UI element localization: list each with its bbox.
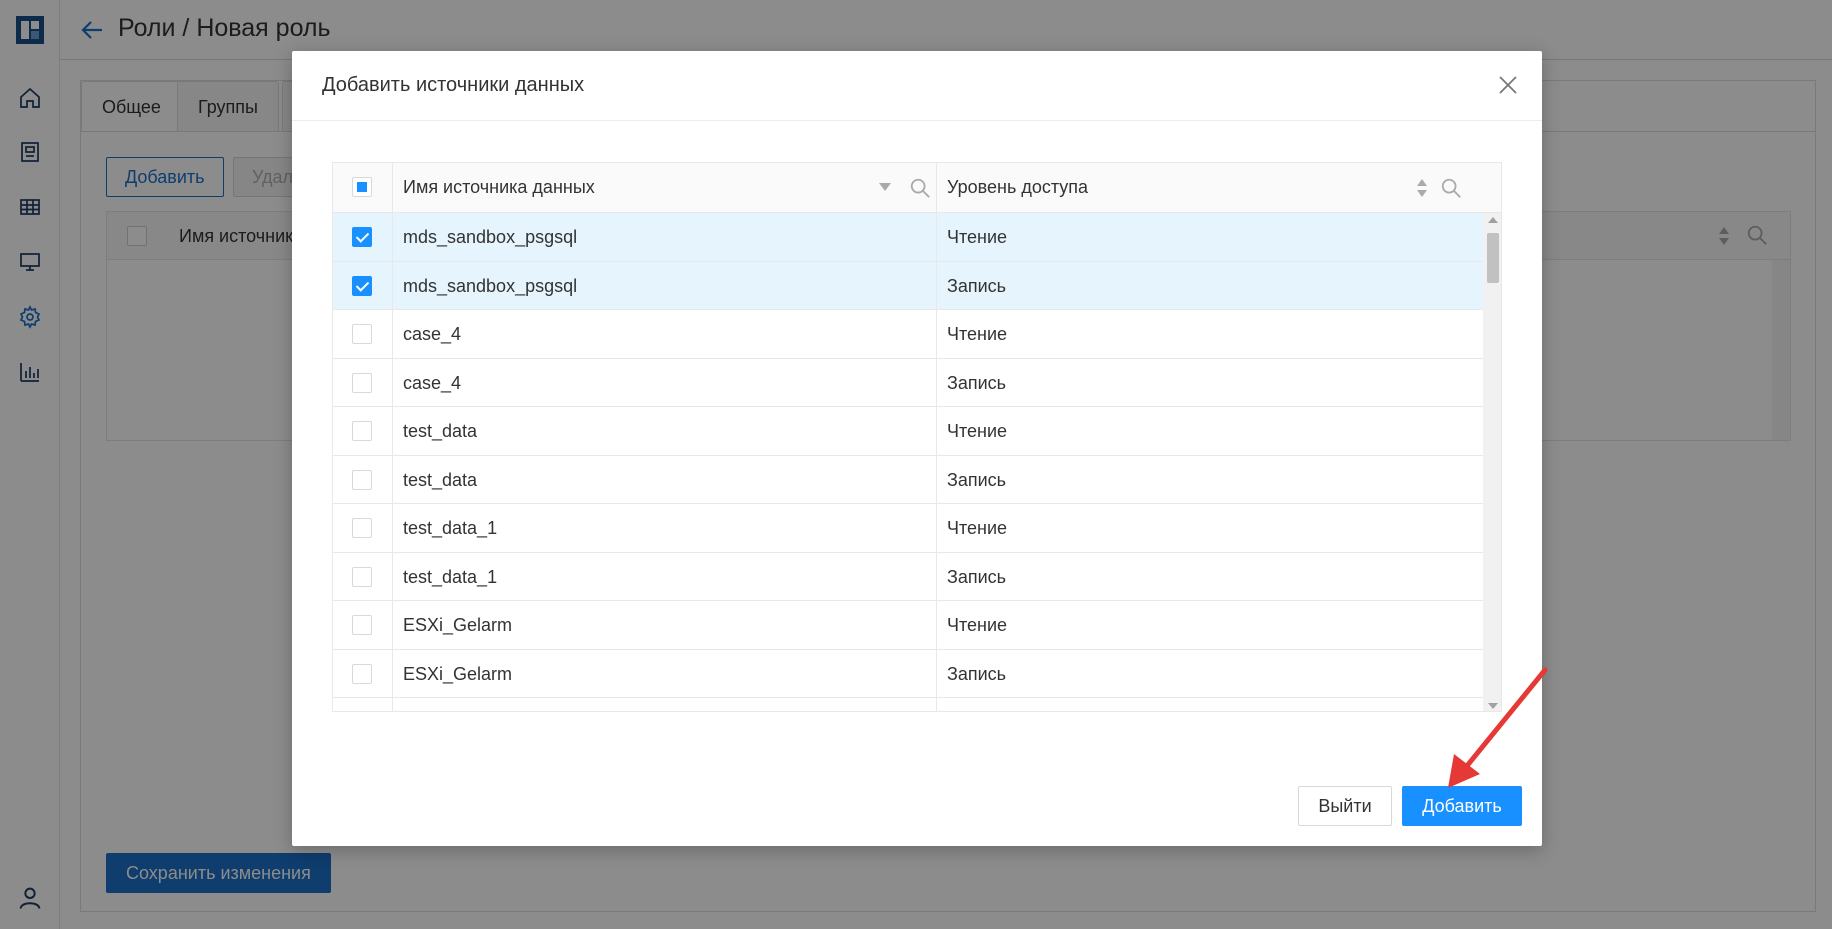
scroll-down-icon[interactable]: [1488, 703, 1498, 709]
row-checkbox[interactable]: [352, 324, 372, 344]
cell-source-name: test_data: [403, 421, 478, 441]
scroll-thumb[interactable]: [1487, 233, 1499, 283]
search-icon[interactable]: [909, 177, 931, 199]
vertical-scrollbar[interactable]: [1483, 213, 1501, 711]
close-icon[interactable]: [1498, 75, 1518, 95]
exit-button[interactable]: Выйти: [1298, 786, 1392, 826]
column-divider: [936, 163, 937, 711]
cell-source-name: test_data_1: [403, 518, 498, 538]
cell-source-name: ESXi_Gelarm: [403, 663, 513, 684]
row-checkbox[interactable]: [352, 566, 372, 587]
cell-source-name: case_4: [403, 372, 462, 393]
select-all-checkbox[interactable]: [352, 177, 372, 197]
column-header-level: Уровень доступа: [947, 177, 1089, 197]
cell-source-name: mds_sandbox_psgsql: [403, 227, 578, 247]
row-checkbox[interactable]: [352, 372, 372, 393]
grid-header: Имя источника данных Уровень доступа: [333, 163, 1501, 213]
sort-icon[interactable]: [1416, 177, 1428, 199]
table-row[interactable]: case_4 Чтение: [333, 310, 1483, 359]
search-icon[interactable]: [1440, 177, 1462, 199]
table-row[interactable]: test_data Запись: [333, 455, 1483, 504]
cell-access-level: Чтение: [947, 227, 1008, 247]
table-row[interactable]: ESXi_Gelarm Запись: [333, 649, 1483, 698]
row-checkbox[interactable]: [352, 518, 372, 538]
cell-access-level: Чтение: [947, 518, 1008, 538]
cell-source-name: ESXi_Gelarm: [403, 615, 513, 635]
table-row[interactable]: ESXi_Gelarm Чтение: [333, 601, 1483, 650]
cell-access-level: Чтение: [947, 324, 1008, 344]
cell-access-level: Запись: [947, 469, 1007, 490]
scroll-up-icon[interactable]: [1488, 217, 1498, 223]
row-checkbox[interactable]: [352, 227, 372, 247]
add-data-sources-dialog: Добавить источники данных Имя источника …: [292, 51, 1542, 846]
table-row[interactable]: test_data_1 Запись: [333, 552, 1483, 601]
row-checkbox[interactable]: [352, 615, 372, 635]
table-row[interactable]: mds_sandbox_psgsql Запись: [333, 261, 1483, 310]
column-divider: [392, 163, 393, 711]
cell-access-level: Чтение: [947, 615, 1008, 635]
cell-access-level: Запись: [947, 275, 1007, 296]
cell-access-level: Запись: [947, 372, 1007, 393]
row-checkbox[interactable]: [352, 275, 372, 296]
cell-access-level: Запись: [947, 566, 1007, 587]
row-checkbox[interactable]: [352, 469, 372, 490]
cell-access-level: Чтение: [947, 421, 1008, 441]
cell-access-level: Запись: [947, 663, 1007, 684]
table-row[interactable]: case_4 Запись: [333, 358, 1483, 407]
filter-dropdown-icon[interactable]: [879, 183, 891, 191]
row-checkbox[interactable]: [352, 663, 372, 684]
table-row[interactable]: [333, 698, 1483, 711]
cell-source-name: mds_sandbox_psgsql: [403, 275, 578, 296]
table-row[interactable]: test_data Чтение: [333, 407, 1483, 456]
table-row[interactable]: test_data_1 Чтение: [333, 504, 1483, 553]
cell-source-name: test_data_1: [403, 566, 498, 587]
dialog-title: Добавить источники данных: [322, 74, 585, 96]
dialog-header: Добавить источники данных: [292, 51, 1542, 121]
data-sources-grid: Имя источника данных Уровень доступа mds…: [332, 162, 1502, 712]
row-checkbox[interactable]: [352, 421, 372, 441]
add-confirm-button[interactable]: Добавить: [1402, 786, 1522, 826]
column-header-name: Имя источника данных: [403, 177, 595, 197]
cell-source-name: test_data: [403, 469, 478, 490]
table-row[interactable]: mds_sandbox_psgsql Чтение: [333, 213, 1483, 262]
cell-source-name: case_4: [403, 324, 462, 344]
